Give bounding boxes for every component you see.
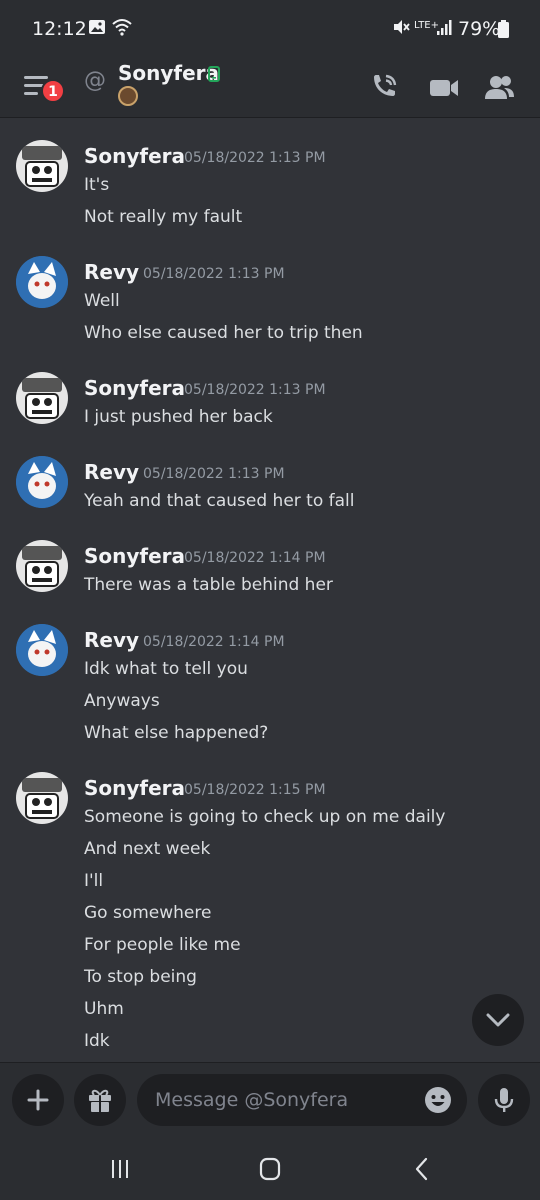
status-bar: 12:12 LTE+ 79% (0, 0, 540, 58)
avatar[interactable] (16, 540, 68, 592)
message-line: I'll (84, 871, 104, 891)
at-symbol-icon: @ (84, 68, 106, 93)
message-timestamp: 05/18/2022 1:14 PM (184, 550, 326, 566)
emoji-icon[interactable] (424, 1086, 452, 1114)
message-author[interactable]: Revy (84, 628, 139, 652)
recent-apps-icon[interactable] (104, 1154, 136, 1184)
message-line: It's (84, 175, 110, 195)
message-timestamp: 05/18/2022 1:15 PM (184, 782, 326, 798)
mute-icon (394, 20, 410, 34)
video-camera-icon[interactable] (424, 68, 464, 108)
message-author[interactable]: Sonyfera (84, 144, 185, 168)
message-author[interactable]: Sonyfera (84, 376, 185, 400)
wifi-icon (112, 19, 132, 36)
message-line: Who else caused her to trip then (84, 323, 363, 343)
message-author[interactable]: Sonyfera (84, 776, 185, 800)
message-line: And next week (84, 839, 211, 859)
message-line: There was a table behind her (84, 575, 333, 595)
notification-badge: 1 (41, 79, 65, 103)
gift-icon (89, 1089, 111, 1112)
avatar[interactable] (16, 372, 68, 424)
message-author[interactable]: Revy (84, 260, 139, 284)
battery-percent: 79% (458, 18, 501, 40)
custom-status-emoji-icon (118, 86, 138, 106)
message-line: Someone is going to check up on me daily (84, 807, 446, 827)
avatar[interactable] (16, 456, 68, 508)
avatar[interactable] (16, 256, 68, 308)
status-time: 12:12 (32, 18, 87, 40)
message-line: What else happened? (84, 723, 269, 743)
message-timestamp: 05/18/2022 1:13 PM (143, 466, 285, 482)
message-timestamp: 05/18/2022 1:14 PM (143, 634, 285, 650)
message-timestamp: 05/18/2022 1:13 PM (184, 382, 326, 398)
gift-button[interactable] (74, 1074, 126, 1126)
message-line: For people like me (84, 935, 241, 955)
message-line: Go somewhere (84, 903, 212, 923)
message-list[interactable]: Sonyfera 05/18/2022 1:13 PM It's Not rea… (0, 118, 540, 1062)
plus-icon (27, 1089, 49, 1111)
signal-icon (437, 20, 452, 35)
battery-icon (498, 20, 509, 38)
message-timestamp: 05/18/2022 1:13 PM (143, 266, 285, 282)
message-line: Not really my fault (84, 207, 243, 227)
microphone-icon (494, 1088, 514, 1112)
gallery-notification-icon (89, 20, 105, 34)
home-icon[interactable] (254, 1154, 286, 1184)
message-line: I just pushed her back (84, 407, 273, 427)
message-author[interactable]: Sonyfera (84, 544, 185, 568)
avatar[interactable] (16, 624, 68, 676)
message-line: Yeah and that caused her to fall (84, 491, 355, 511)
message-line: Uhm (84, 999, 124, 1019)
message-composer (0, 1062, 540, 1138)
avatar[interactable] (16, 772, 68, 824)
chevron-down-icon (486, 1013, 510, 1027)
add-attachment-button[interactable] (12, 1074, 64, 1126)
channel-title[interactable]: Sonyfera (118, 61, 219, 85)
back-icon[interactable] (406, 1154, 438, 1184)
avatar[interactable] (16, 140, 68, 192)
mobile-online-icon (208, 66, 220, 82)
message-line: Anyways (84, 691, 160, 711)
phone-call-icon[interactable] (364, 68, 404, 108)
message-line: To stop being (84, 967, 197, 987)
voice-message-button[interactable] (478, 1074, 530, 1126)
system-navigation-bar (0, 1138, 540, 1200)
message-line: Well (84, 291, 120, 311)
message-author[interactable]: Revy (84, 460, 139, 484)
scroll-to-bottom-button[interactable] (472, 994, 524, 1046)
channel-header: @ Sonyfera (0, 58, 540, 118)
message-line: Idk what to tell you (84, 659, 248, 679)
message-input[interactable] (137, 1074, 467, 1126)
message-line: Idk (84, 1031, 110, 1051)
message-timestamp: 05/18/2022 1:13 PM (184, 150, 326, 166)
members-icon[interactable] (480, 68, 520, 108)
